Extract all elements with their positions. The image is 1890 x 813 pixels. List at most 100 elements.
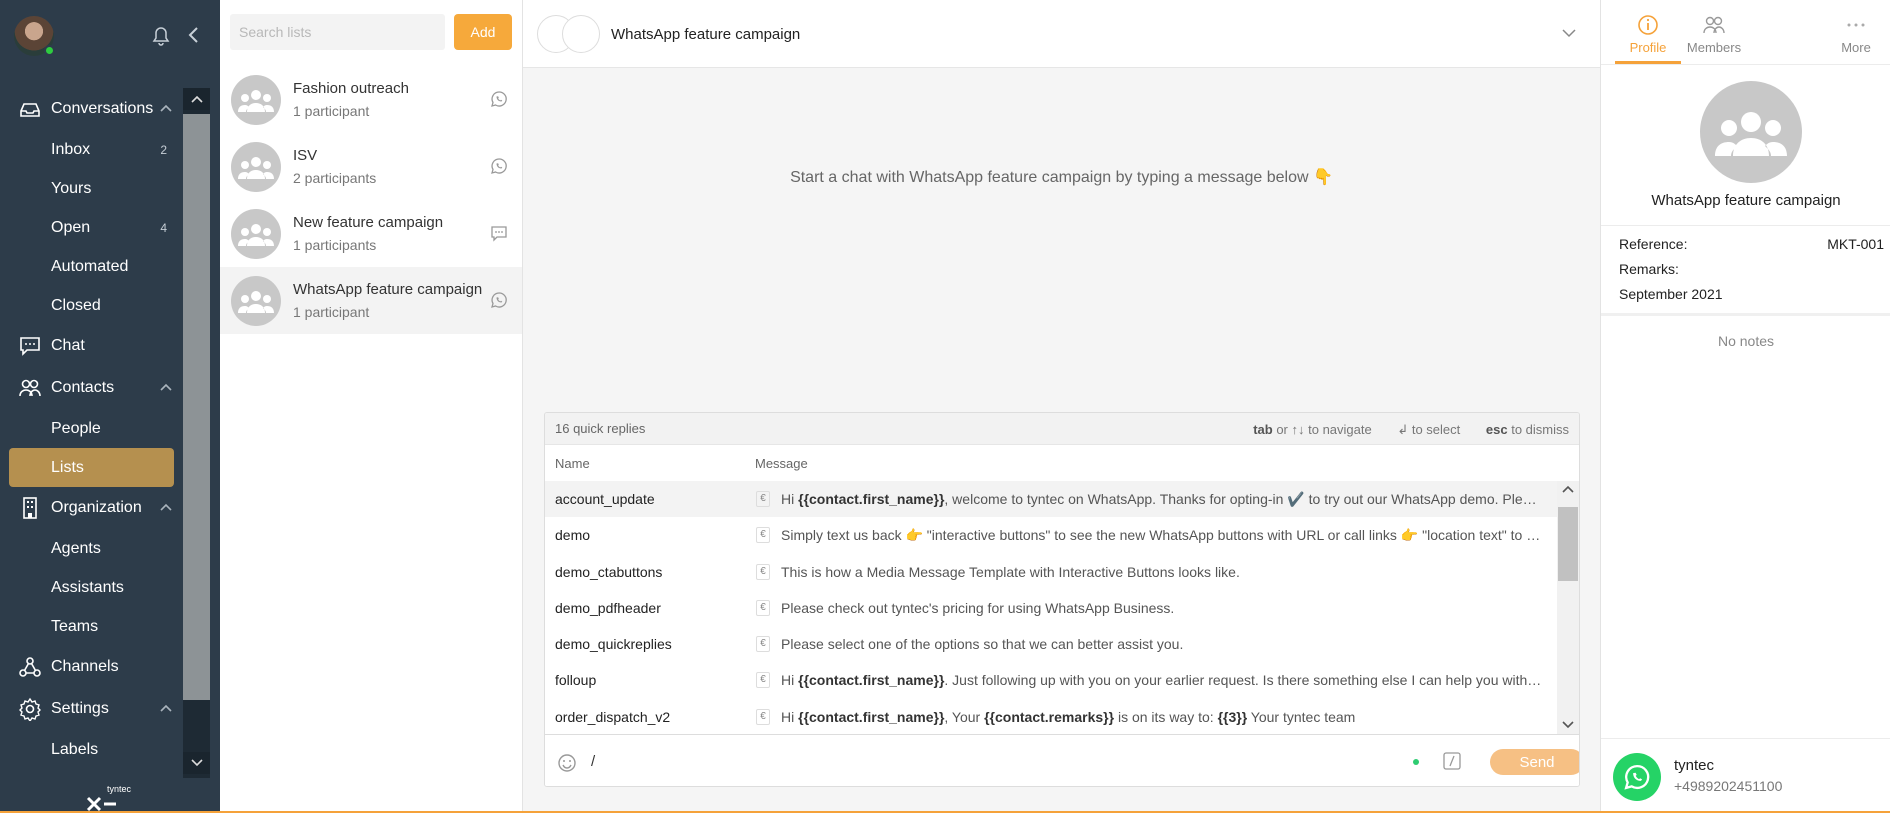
sidebar-header bbox=[0, 0, 220, 72]
building-icon bbox=[23, 497, 37, 519]
quick-reply-name: order_dispatch_v2 bbox=[555, 708, 671, 725]
quick-reply-message: This is how a Media Message Template wit… bbox=[781, 564, 1543, 580]
quick-reply-row[interactable]: demo_pdfheader € Please check out tyntec's… bbox=[545, 590, 1557, 626]
nav-settings[interactable]: Settings bbox=[0, 688, 183, 730]
nav-people[interactable]: People bbox=[0, 409, 183, 448]
nav-organization[interactable]: Organization bbox=[0, 487, 183, 529]
bell-icon[interactable] bbox=[152, 26, 170, 46]
quick-replies-scrollbar[interactable] bbox=[1557, 481, 1579, 734]
list-participants: 2 participants bbox=[293, 170, 377, 186]
nav-label: Settings bbox=[51, 700, 109, 717]
sidebar-scrollbar[interactable] bbox=[183, 88, 210, 778]
nav-contacts[interactable]: Contacts bbox=[0, 367, 183, 409]
quick-reply-row[interactable]: account_update € Hi {{contact.first_name}}… bbox=[545, 481, 1557, 518]
quick-replies-columns: Name Message bbox=[545, 445, 1579, 481]
more-dots-icon bbox=[1847, 23, 1865, 27]
hint-text: or ↑↓ to navigate bbox=[1272, 422, 1372, 437]
emoji-icon[interactable] bbox=[557, 753, 577, 773]
scroll-thumb[interactable] bbox=[1558, 507, 1578, 581]
profile-avatar bbox=[1700, 81, 1802, 183]
chevron-down-icon[interactable] bbox=[1561, 28, 1577, 38]
group-avatar-icon bbox=[1715, 112, 1787, 156]
hint-key: tab bbox=[1253, 422, 1273, 437]
user-avatar[interactable] bbox=[14, 16, 55, 56]
list-item[interactable]: ISV 2 participants bbox=[220, 133, 522, 200]
status-dot bbox=[1413, 759, 1419, 765]
add-list-button[interactable]: Add bbox=[454, 14, 512, 50]
quick-reply-name: demo bbox=[555, 527, 591, 544]
nav-open[interactable]: Open 4 bbox=[0, 208, 183, 247]
participant-avatar bbox=[562, 15, 600, 53]
list-title: New feature campaign bbox=[293, 214, 444, 231]
quick-reply-row[interactable]: order_dispatch_v2 € Hi {{contact.first_nam… bbox=[545, 699, 1557, 735]
template-type-icon: € bbox=[756, 636, 770, 653]
nav-inbox[interactable]: Inbox 2 bbox=[0, 130, 183, 169]
nav-label: Open bbox=[51, 218, 91, 236]
nav-yours[interactable]: Yours bbox=[0, 169, 183, 208]
sms-icon bbox=[491, 226, 507, 242]
quick-replies-count: 16 quick replies bbox=[555, 421, 646, 436]
tab-members[interactable]: Members bbox=[1681, 14, 1747, 55]
nav-conversations[interactable]: Conversations bbox=[0, 88, 183, 130]
nav-lists[interactable]: Lists bbox=[9, 448, 174, 487]
info-icon bbox=[1638, 15, 1658, 35]
quick-replies-list: account_update € Hi {{contact.first_name}}… bbox=[545, 481, 1557, 735]
nav-label: People bbox=[51, 419, 101, 437]
chevron-up-icon[interactable] bbox=[1561, 483, 1575, 495]
nav-label: Lists bbox=[51, 458, 84, 476]
template-variable: {{contact.first_name}} bbox=[798, 708, 945, 725]
tab-more[interactable]: More bbox=[1823, 14, 1889, 55]
contact-name: tyntec bbox=[1674, 757, 1715, 774]
group-avatar-icon bbox=[231, 74, 281, 125]
template-type-icon: € bbox=[756, 599, 770, 616]
nav-label: Contacts bbox=[51, 379, 115, 396]
group-avatar-icon bbox=[231, 208, 281, 259]
nav-assistants[interactable]: Assistants bbox=[0, 568, 183, 607]
message-composer: / Send bbox=[545, 734, 1579, 786]
whatsapp-icon bbox=[491, 91, 507, 107]
nav-teams[interactable]: Teams bbox=[0, 607, 183, 646]
profile-name: WhatsApp feature campaign bbox=[1651, 192, 1841, 209]
quick-reply-slash-icon[interactable] bbox=[1443, 752, 1461, 770]
quick-reply-row[interactable]: demo € Simply text us back 👉 "interactive … bbox=[545, 517, 1557, 553]
nav-chat[interactable]: Chat bbox=[0, 325, 183, 367]
quick-reply-row[interactable]: demo_quickreplies € Please select one of t… bbox=[545, 626, 1557, 662]
quick-reply-row[interactable]: demo_ctabuttons € This is how a Media Mess… bbox=[545, 554, 1557, 590]
channel-contact[interactable]: tyntec +4989202451100 bbox=[1601, 738, 1890, 813]
message-text: Please check out tyntec's pricing for us… bbox=[781, 599, 1175, 616]
nav-channels[interactable]: Channels bbox=[0, 646, 183, 688]
send-button[interactable]: Send bbox=[1490, 749, 1579, 775]
members-icon bbox=[1703, 16, 1725, 34]
quick-replies-header: 16 quick replies tab or ↑↓ to navigate ↲… bbox=[545, 413, 1579, 445]
nav-agents[interactable]: Agents bbox=[0, 529, 183, 568]
scroll-up-arrow[interactable] bbox=[183, 88, 210, 110]
nav-automated[interactable]: Automated bbox=[0, 247, 183, 286]
list-item-selected[interactable]: WhatsApp feature campaign 1 participant bbox=[220, 267, 522, 334]
scroll-down-arrow[interactable] bbox=[183, 752, 210, 774]
list-item[interactable]: New feature campaign 1 participants bbox=[220, 200, 522, 267]
chevron-up-icon[interactable] bbox=[159, 103, 173, 113]
template-variable: {{3}} bbox=[1217, 708, 1248, 725]
search-lists-input[interactable] bbox=[230, 14, 445, 50]
nav-labels[interactable]: Labels bbox=[0, 730, 183, 769]
chevron-up-icon[interactable] bbox=[159, 382, 173, 392]
nav-closed[interactable]: Closed bbox=[0, 286, 183, 325]
chevron-down-icon bbox=[190, 759, 203, 767]
quick-reply-name: account_update bbox=[555, 491, 655, 507]
message-input[interactable]: / bbox=[591, 753, 595, 770]
chevron-down-icon[interactable] bbox=[1561, 719, 1575, 731]
list-items: Fashion outreach 1 participant ISV 2 parti… bbox=[220, 66, 522, 334]
collapse-sidebar-icon[interactable] bbox=[186, 24, 202, 46]
quick-reply-row[interactable]: folloup € Hi {{contact.first_name}}. Just … bbox=[545, 662, 1557, 698]
chevron-up-icon[interactable] bbox=[159, 502, 173, 512]
chevron-up-icon[interactable] bbox=[159, 703, 173, 713]
divider bbox=[1601, 225, 1890, 226]
message-text: This is how a Media Message Template wit… bbox=[781, 563, 1240, 580]
template-type-icon: € bbox=[756, 708, 770, 725]
whatsapp-icon bbox=[491, 292, 507, 308]
scroll-thumb[interactable] bbox=[183, 114, 210, 700]
tab-profile[interactable]: Profile bbox=[1615, 14, 1681, 55]
group-avatar-icon bbox=[231, 141, 281, 192]
list-participants: 1 participant bbox=[293, 103, 370, 119]
list-item[interactable]: Fashion outreach 1 participant bbox=[220, 66, 522, 133]
